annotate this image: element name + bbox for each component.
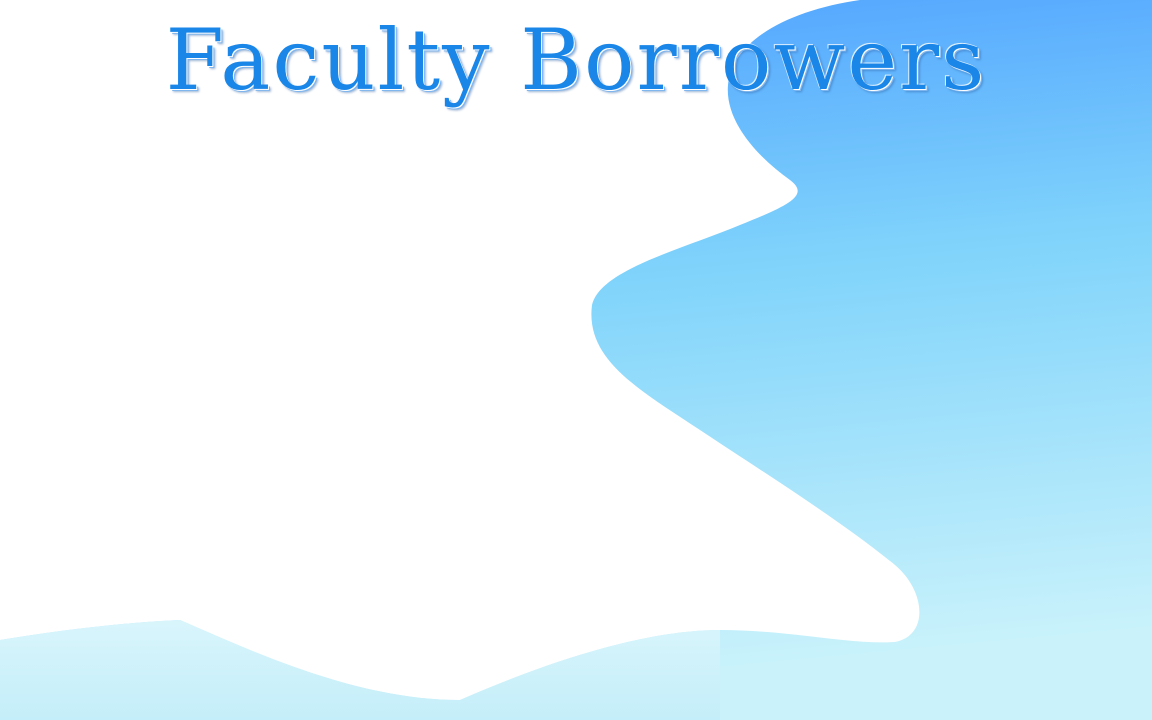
slide-title: Faculty Borrowers bbox=[165, 11, 987, 109]
wave-bottom-band bbox=[0, 620, 720, 720]
slide: Faculty Borrowers bbox=[0, 0, 1152, 720]
